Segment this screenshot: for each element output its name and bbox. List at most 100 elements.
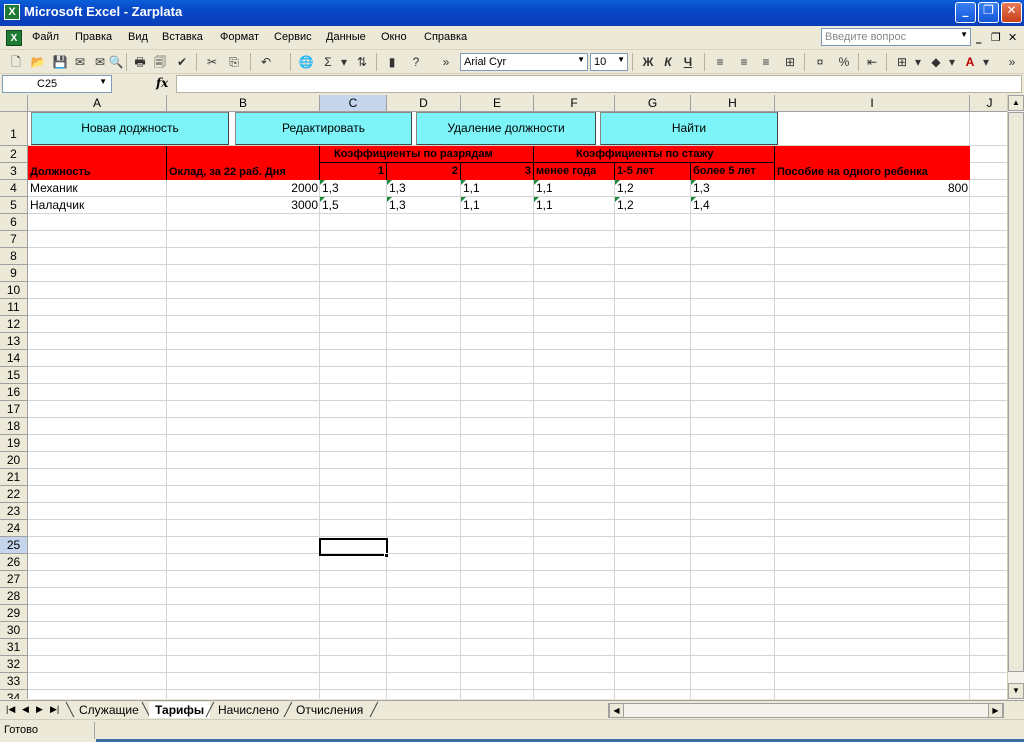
row-header-27[interactable]: 27 xyxy=(0,571,28,588)
new-icon[interactable]: 🗋 xyxy=(8,54,24,70)
column-header-j[interactable]: J xyxy=(970,95,1010,112)
toolbar-options-icon[interactable]: » xyxy=(1004,54,1020,70)
font-size-select[interactable]: 10 ▼ xyxy=(590,53,628,71)
prev-sheet-icon[interactable]: ◀ xyxy=(22,704,29,715)
scroll-right-icon[interactable]: ▶ xyxy=(988,703,1003,718)
autosum-icon[interactable]: Σ xyxy=(320,54,336,70)
row-header-3[interactable]: 3 xyxy=(0,163,28,180)
chevron-down-icon[interactable]: ▾ xyxy=(944,54,960,70)
find-button[interactable]: Найти xyxy=(600,112,778,145)
next-sheet-icon[interactable]: ▶ xyxy=(36,704,43,715)
table-cell-salary[interactable]: 3000 xyxy=(169,197,318,214)
row-header-11[interactable]: 11 xyxy=(0,299,28,316)
scroll-up-icon[interactable]: ▲ xyxy=(1008,95,1024,111)
tab-employees[interactable]: Служащие xyxy=(73,702,145,718)
table-cell-g1[interactable]: 1,3 xyxy=(322,180,385,197)
row-header-16[interactable]: 16 xyxy=(0,384,28,401)
row-header-17[interactable]: 17 xyxy=(0,401,28,418)
decrease-indent-icon[interactable]: ⇤ xyxy=(864,54,880,70)
help-search-input[interactable]: Введите вопрос ▼ xyxy=(821,28,971,46)
last-sheet-icon[interactable]: ▶| xyxy=(50,704,59,715)
search-file-icon[interactable]: 🔍 xyxy=(108,54,124,70)
hyperlink-icon[interactable]: 🌐 xyxy=(298,54,314,70)
table-cell-g1[interactable]: 1,5 xyxy=(322,197,385,214)
doc-minimize-icon[interactable]: _ xyxy=(976,31,982,44)
table-cell-g2[interactable]: 1,3 xyxy=(389,197,459,214)
print-icon[interactable]: 🖶 xyxy=(132,54,148,70)
function-icon[interactable]: fx xyxy=(156,76,168,90)
column-header-b[interactable]: B xyxy=(167,95,320,112)
fill-color-icon[interactable]: ◆ xyxy=(928,54,944,70)
table-cell-t3[interactable]: 1,3 xyxy=(693,180,773,197)
menu-window[interactable]: Окно xyxy=(381,31,407,43)
help-icon[interactable]: ? xyxy=(408,54,424,70)
new-position-button[interactable]: Новая доджность xyxy=(31,112,229,145)
row-header-24[interactable]: 24 xyxy=(0,520,28,537)
align-left-icon[interactable]: ≡ xyxy=(712,54,728,70)
menu-file[interactable]: Файл xyxy=(32,31,59,43)
row-header-29[interactable]: 29 xyxy=(0,605,28,622)
scroll-down-icon[interactable]: ▼ xyxy=(1008,683,1024,699)
workbook-icon[interactable]: X xyxy=(6,30,22,46)
open-icon[interactable]: 📂 xyxy=(30,54,46,70)
column-header-g[interactable]: G xyxy=(615,95,691,112)
menu-help[interactable]: Справка xyxy=(424,31,467,43)
row-header-9[interactable]: 9 xyxy=(0,265,28,282)
scroll-left-icon[interactable]: ◀ xyxy=(609,703,624,718)
row-header-15[interactable]: 15 xyxy=(0,367,28,384)
table-cell-t1[interactable]: 1,1 xyxy=(536,197,613,214)
undo-icon[interactable]: ↶ xyxy=(258,54,274,70)
active-cell-selection[interactable] xyxy=(319,538,388,556)
excel-app-icon[interactable]: X xyxy=(4,4,20,20)
menu-data[interactable]: Данные xyxy=(326,31,366,43)
menu-edit[interactable]: Правка xyxy=(75,31,112,43)
menu-view[interactable]: Вид xyxy=(128,31,148,43)
font-color-icon[interactable]: A xyxy=(962,54,978,70)
restore-button[interactable]: ❐ xyxy=(978,2,999,23)
close-button[interactable]: ✕ xyxy=(1001,2,1022,23)
row-header-13[interactable]: 13 xyxy=(0,333,28,350)
row-header-30[interactable]: 30 xyxy=(0,622,28,639)
table-cell-t3[interactable]: 1,4 xyxy=(693,197,773,214)
sort-icon[interactable]: ⇅ xyxy=(354,54,370,70)
column-header-a[interactable]: A xyxy=(28,95,167,112)
borders-icon[interactable]: ⊞ xyxy=(894,54,910,70)
formula-input[interactable] xyxy=(176,75,1022,93)
row-header-12[interactable]: 12 xyxy=(0,316,28,333)
doc-close-icon[interactable]: ✕ xyxy=(1008,31,1017,44)
table-cell-position[interactable]: Наладчик xyxy=(30,197,165,214)
chevron-down-icon[interactable]: ▼ xyxy=(99,77,107,86)
row-header-26[interactable]: 26 xyxy=(0,554,28,571)
column-header-d[interactable]: D xyxy=(387,95,461,112)
merge-center-icon[interactable]: ⊞ xyxy=(782,54,798,70)
row-header-25[interactable]: 25 xyxy=(0,537,28,554)
table-cell-g3[interactable]: 1,1 xyxy=(463,197,532,214)
name-box[interactable]: C25 ▼ xyxy=(2,75,112,93)
chevron-down-icon[interactable]: ▼ xyxy=(960,30,968,39)
row-header-34[interactable]: 34 xyxy=(0,690,28,699)
tab-tariffs[interactable]: Тарифы xyxy=(149,702,211,718)
row-header-5[interactable]: 5 xyxy=(0,197,28,214)
select-all-corner[interactable] xyxy=(0,95,28,112)
cut-icon[interactable]: ✂ xyxy=(204,54,220,70)
row-header-33[interactable]: 33 xyxy=(0,673,28,690)
currency-icon[interactable]: ¤ xyxy=(812,54,828,70)
row-header-32[interactable]: 32 xyxy=(0,656,28,673)
email-icon[interactable]: ✉ xyxy=(92,54,108,70)
chevron-down-icon[interactable]: ▾ xyxy=(978,54,994,70)
copy-icon[interactable]: ⎘ xyxy=(226,54,242,70)
tab-deductions[interactable]: Отчисления xyxy=(290,702,369,718)
table-cell-t2[interactable]: 1,2 xyxy=(617,197,689,214)
row-header-6[interactable]: 6 xyxy=(0,214,28,231)
row-header-21[interactable]: 21 xyxy=(0,469,28,486)
chevron-down-icon[interactable]: ▼ xyxy=(617,55,625,64)
horizontal-scrollbar[interactable]: ◀ ▶ xyxy=(608,703,1004,718)
spelling-icon[interactable]: ✔ xyxy=(174,54,190,70)
save-icon[interactable]: 💾 xyxy=(52,54,68,70)
font-select[interactable]: Arial Cyr ▼ xyxy=(460,53,588,71)
percent-icon[interactable]: % xyxy=(836,54,852,70)
table-cell-benefit[interactable]: 800 xyxy=(777,180,968,197)
table-cell-t1[interactable]: 1,1 xyxy=(536,180,613,197)
print-preview-icon[interactable]: 🗐 xyxy=(152,54,168,70)
row-header-10[interactable]: 10 xyxy=(0,282,28,299)
